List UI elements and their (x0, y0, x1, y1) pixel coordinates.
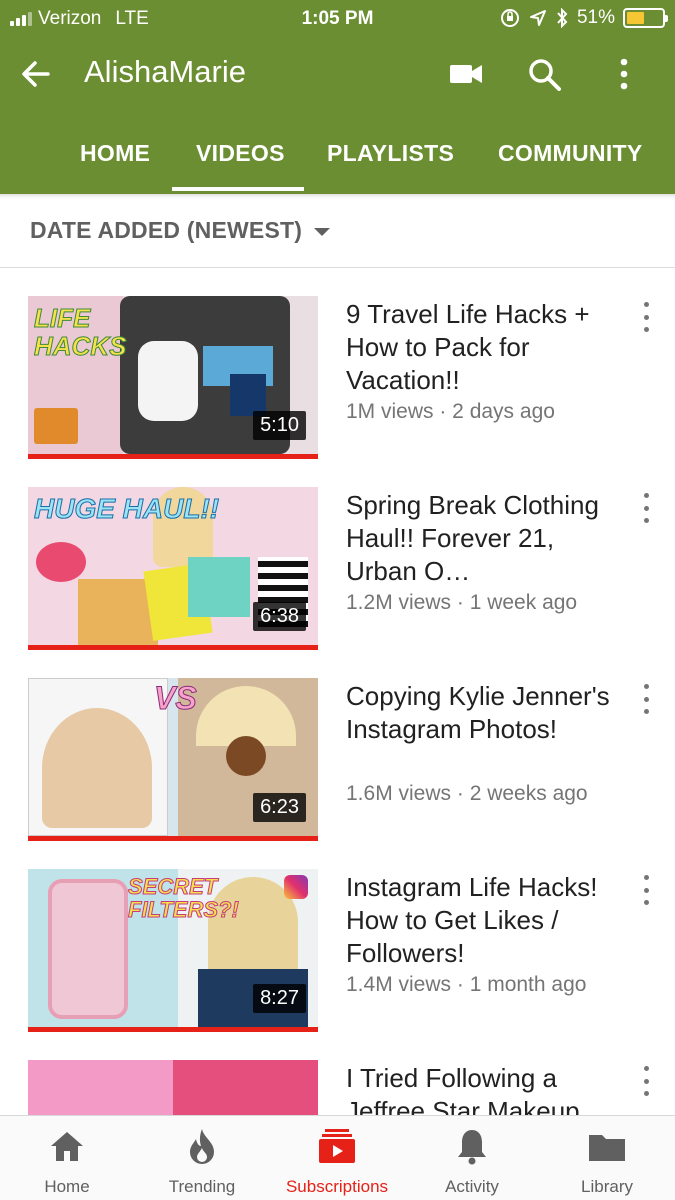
thumbnail-dog-filter (226, 736, 266, 776)
instagram-logo-icon (284, 875, 308, 899)
nav-label: Library (581, 1177, 633, 1196)
flame-icon (190, 1129, 214, 1164)
tab-videos[interactable]: VIDEOS (196, 140, 285, 167)
nav-subscriptions[interactable]: Subscriptions (277, 1126, 397, 1197)
more-vert-icon[interactable] (606, 56, 642, 92)
video-duration: 8:27 (253, 984, 306, 1013)
status-right: 51% (499, 7, 668, 29)
thumbnail-caption: VS (154, 680, 198, 717)
bell-icon (458, 1130, 486, 1165)
video-more-icon[interactable] (638, 684, 654, 714)
video-thumbnail[interactable]: LIFE HACKS 5:10 (28, 296, 318, 459)
thumbnail-face-left (42, 708, 152, 828)
nav-activity[interactable]: Activity (412, 1126, 532, 1197)
nav-label: Subscriptions (285, 1177, 389, 1196)
sort-dropdown[interactable]: DATE ADDED (NEWEST) (0, 194, 675, 268)
video-duration: 5:10 (253, 411, 306, 440)
nav-home[interactable]: Home (7, 1126, 127, 1197)
thumbnail-face-right (173, 1060, 318, 1120)
app-header: Verizon LTE 1:05 PM 51% AlishaMarie HOME… (0, 0, 675, 194)
thumbnail-caption: LIFE HACKS (34, 303, 127, 361)
nav-trending[interactable]: Trending (142, 1126, 262, 1197)
subscriptions-icon (319, 1129, 355, 1163)
status-bar: Verizon LTE 1:05 PM 51% (0, 0, 675, 40)
video-more-icon[interactable] (638, 875, 654, 905)
dropdown-caret-icon (314, 228, 330, 236)
tab-community[interactable]: COMMUNITY (498, 140, 643, 167)
folder-icon (589, 1135, 625, 1161)
video-more-icon[interactable] (638, 493, 654, 523)
orientation-lock-icon (500, 9, 519, 27)
video-title[interactable]: 9 Travel Life Hacks + How to Pack for Va… (346, 298, 621, 397)
thumbnail-face-left (28, 1060, 173, 1120)
nav-library[interactable]: Library (547, 1126, 667, 1197)
active-tab-indicator (172, 187, 304, 191)
bottom-navigation: Home Trending Subscriptions Activity Lib… (0, 1115, 675, 1200)
nav-label: Activity (445, 1177, 499, 1196)
thumbnail-caption: HUGE HAUL!! (34, 493, 220, 525)
video-item[interactable]: SECRET FILTERS?! 8:27 Instagram Life Hac… (0, 869, 675, 1039)
video-thumbnail[interactable]: SECRET FILTERS?! 8:27 (28, 869, 318, 1032)
location-arrow-icon (529, 10, 546, 26)
sort-label: DATE ADDED (NEWEST) (30, 217, 303, 243)
thumbnail-sneakers (138, 341, 198, 421)
video-duration: 6:23 (253, 793, 306, 822)
thumbnail-swimsuit (36, 542, 86, 582)
nav-label: Trending (168, 1177, 236, 1196)
video-more-icon[interactable] (638, 302, 654, 332)
video-thumbnail[interactable]: HUGE HAUL!! 6:38 (28, 487, 318, 650)
channel-title: AlishaMarie (84, 54, 246, 89)
video-duration: 6:38 (253, 602, 306, 631)
video-title[interactable]: Copying Kylie Jenner's Instagram Photos! (346, 680, 621, 746)
thumbnail-phone (48, 879, 128, 1019)
battery-percent: 51% (576, 7, 615, 28)
video-item[interactable]: LIFE HACKS 5:10 9 Travel Life Hacks + Ho… (0, 296, 675, 466)
search-icon[interactable] (526, 56, 562, 92)
back-arrow-icon[interactable] (18, 56, 54, 92)
title-bar: AlishaMarie (0, 42, 675, 106)
video-thumbnail[interactable]: VS 6:23 (28, 678, 318, 841)
channel-tabs: HOME VIDEOS PLAYLISTS COMMUNITY (0, 128, 675, 194)
thumbnail-passport (230, 374, 266, 416)
video-item[interactable]: HUGE HAUL!! 6:38 Spring Break Clothing H… (0, 487, 675, 657)
home-icon (51, 1132, 83, 1161)
video-meta: 1.6M views · 2 weeks ago (346, 782, 588, 805)
tab-home[interactable]: HOME (80, 140, 150, 167)
video-item[interactable]: VS 6:23 Copying Kylie Jenner's Instagram… (0, 678, 675, 848)
video-meta: 1M views · 2 days ago (346, 400, 555, 423)
thumbnail-caption: SECRET FILTERS?! (128, 874, 240, 922)
video-title[interactable]: Instagram Life Hacks! How to Get Likes /… (346, 871, 621, 970)
thumbnail-luggage (34, 408, 78, 444)
video-title[interactable]: Spring Break Clothing Haul!! Forever 21,… (346, 489, 621, 588)
nav-label: Home (44, 1177, 90, 1196)
video-meta: 1.2M views · 1 week ago (346, 591, 578, 614)
battery-icon (623, 8, 668, 28)
thumbnail-shopping-bag (188, 557, 250, 617)
video-more-icon[interactable] (638, 1066, 654, 1096)
video-meta: 1.4M views · 1 month ago (346, 973, 587, 996)
tab-playlists[interactable]: PLAYLISTS (327, 140, 454, 167)
video-camera-icon[interactable] (448, 56, 484, 92)
bluetooth-icon (557, 8, 568, 28)
